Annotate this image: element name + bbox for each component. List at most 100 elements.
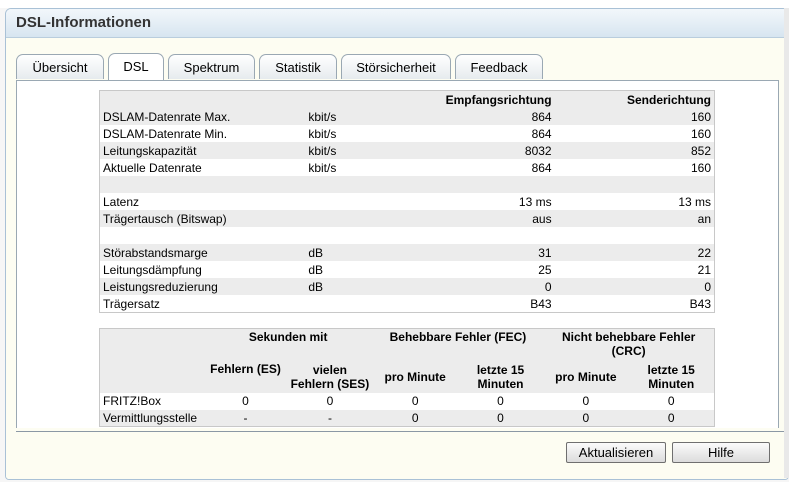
header-fec-last-15: letzte 15 Minuten (457, 360, 544, 393)
row-downstream (393, 227, 554, 244)
row-upstream: 160 (690, 160, 711, 175)
cell-fec-15: 0 (457, 409, 544, 427)
cell-ses: 0 (326, 394, 334, 408)
row-downstream: 31 (393, 244, 555, 261)
tab-stoersicherheit[interactable]: Störsicherheit (341, 54, 451, 79)
row-downstream: 13 ms (518, 194, 552, 209)
cell-es: 0 (242, 394, 249, 408)
cell-crc-minute: 0 (582, 394, 590, 408)
table-row: Aktuelle Datenrate kbit/s 864 160 (100, 159, 715, 176)
row-label: Trägertausch (Bitswap) (99, 210, 306, 227)
row-downstream: 864 (393, 108, 555, 125)
dsl-info-table: Empfangsrichtung Senderichtung DSLAM-Dat… (99, 90, 715, 313)
row-downstream: 864 (531, 160, 552, 175)
row-unit: kbit/s (308, 126, 337, 141)
row-upstream (554, 176, 715, 193)
row-unit (305, 295, 393, 313)
row-label: Leitungsdämpfung (103, 262, 202, 277)
cell-fec-minute: 0 (372, 409, 458, 427)
row-downstream: 0 (393, 278, 555, 295)
row-unit: dB (308, 262, 324, 277)
table-row: Latenz 13 ms 13 ms (100, 193, 715, 210)
header-es: Fehlern (ES) (203, 360, 288, 393)
header-crc-per-minute: pro Minute (543, 360, 629, 393)
row-downstream: 8032 (393, 142, 555, 159)
row-upstream: 160 (690, 126, 711, 141)
row-label: Leistungsreduzierung (99, 278, 306, 295)
header-downstream: Empfangsrichtung (393, 90, 555, 108)
header-crc: Nicht behebbare Fehler (CRC) (543, 328, 715, 361)
table-row: Leitungskapazität kbit/s 8032 852 (99, 142, 715, 159)
row-downstream: 864 (531, 126, 552, 141)
tab-panel: Empfangsrichtung Senderichtung DSLAM-Dat… (16, 80, 779, 428)
spacer-row (99, 176, 715, 193)
row-unit (305, 210, 394, 227)
row-label (99, 176, 306, 193)
header-unit (305, 90, 394, 108)
table-row: DSLAM-Datenrate Min. kbit/s 864 160 (100, 125, 715, 142)
row-upstream: 13 ms (678, 194, 711, 209)
row-upstream: 852 (554, 142, 715, 159)
row-upstream: B43 (689, 296, 711, 311)
header-fec: Behebbare Fehler (FEC) (372, 328, 544, 361)
row-label: Störabstandsmarge (99, 244, 306, 261)
refresh-button[interactable]: Aktualisieren (566, 442, 666, 463)
content-area: Übersicht DSL Spektrum Statistik Störsic… (6, 38, 788, 479)
table-row: Trägertausch (Bitswap) aus an (99, 210, 715, 227)
header-upstream: Senderichtung (554, 90, 715, 108)
row-downstream (393, 176, 555, 193)
header-empty (99, 360, 204, 393)
row-label: Leitungskapazität (99, 142, 306, 159)
row-label: Vermittlungsstelle (99, 409, 204, 427)
cell-crc-minute: 0 (543, 409, 629, 427)
row-label: Latenz (103, 194, 140, 209)
table-row: Vermittlungsstelle - - 0 0 0 0 (99, 409, 715, 427)
row-downstream: B43 (530, 296, 552, 311)
table-row: FRITZ!Box 0 0 0 0 0 0 (100, 393, 715, 410)
row-unit: kbit/s (308, 160, 337, 175)
row-unit (305, 193, 393, 210)
table-row: DSLAM-Datenrate Max. kbit/s 864 160 (99, 108, 715, 125)
header-seconds-with: Sekunden mit (203, 328, 373, 361)
table-header-row: Empfangsrichtung Senderichtung (99, 90, 715, 108)
spacer-row (100, 227, 715, 244)
group-header-row: Sekunden mit Behebbare Fehler (FEC) Nich… (99, 328, 715, 361)
cell-fec-15: 0 (497, 394, 504, 408)
row-label: Trägersatz (103, 296, 160, 311)
sub-header-row: Fehlern (ES) vielen Fehlern (SES) pro Mi… (99, 360, 715, 393)
row-label: Aktuelle Datenrate (103, 160, 202, 175)
window-title: DSL-Informationen (6, 9, 788, 38)
table-row: Leitungsdämpfung dB 25 21 (100, 261, 715, 278)
tab-dsl[interactable]: DSL (108, 53, 164, 80)
dsl-info-window: DSL-Informationen Übersicht DSL Spektrum… (5, 8, 789, 480)
top-strip (0, 0, 789, 8)
tab-spektrum[interactable]: Spektrum (168, 54, 255, 79)
row-upstream: 0 (554, 278, 715, 295)
cell-crc-15: 0 (628, 409, 715, 427)
row-unit (305, 176, 394, 193)
row-upstream: an (554, 210, 715, 227)
header-empty (99, 328, 204, 361)
cell-crc-15: 0 (667, 394, 675, 408)
row-label: DSLAM-Datenrate Max. (99, 108, 306, 125)
table-row: Leistungsreduzierung dB 0 0 (99, 278, 715, 295)
row-upstream (555, 227, 715, 244)
row-unit: kbit/s (305, 108, 394, 125)
row-unit: dB (305, 244, 394, 261)
header-ses: vielen Fehlern (SES) (287, 360, 373, 393)
header-fec-per-minute: pro Minute (372, 360, 458, 393)
help-button[interactable]: Hilfe (672, 442, 770, 463)
tab-statistik[interactable]: Statistik (259, 54, 337, 79)
row-label: FRITZ!Box (103, 394, 162, 408)
cell-es: - (203, 409, 288, 427)
row-label (100, 227, 306, 244)
table-row: Störabstandsmarge dB 31 22 (99, 244, 715, 261)
error-table: Sekunden mit Behebbare Fehler (FEC) Nich… (99, 328, 715, 427)
tab-feedback[interactable]: Feedback (455, 54, 543, 79)
cell-ses: - (287, 409, 373, 427)
tab-uebersicht[interactable]: Übersicht (16, 54, 104, 79)
row-upstream: 21 (697, 262, 711, 277)
scrollbar[interactable] (784, 8, 789, 478)
row-unit: dB (305, 278, 394, 295)
header-crc-last-15: letzte 15 Minuten (628, 360, 715, 393)
